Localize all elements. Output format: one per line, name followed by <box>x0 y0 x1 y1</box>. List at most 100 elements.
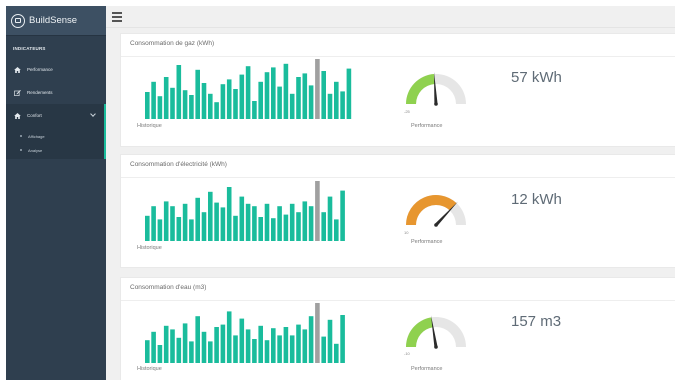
bar-chart-svg <box>145 59 352 119</box>
house-icon <box>14 66 21 73</box>
history-bar <box>233 215 238 241</box>
panel-title: Consommation d'électricité (kWh) <box>130 161 227 168</box>
history-bar-chart <box>145 303 355 363</box>
history-bar <box>239 196 245 241</box>
history-bar <box>189 95 194 119</box>
history-bar <box>182 203 188 241</box>
brand[interactable]: BuildSense <box>6 6 106 36</box>
history-bar <box>283 214 289 241</box>
history-bar <box>201 212 207 241</box>
history-bar <box>239 74 245 119</box>
history-bar <box>296 212 301 241</box>
history-bar <box>252 339 257 363</box>
history-bar-current <box>315 303 320 363</box>
history-bar <box>289 335 295 363</box>
history-bar <box>239 318 245 363</box>
history-bar <box>182 90 188 119</box>
gauge-fill <box>406 74 435 104</box>
history-bar <box>145 340 150 363</box>
history-bar-current <box>315 59 320 119</box>
history-bar <box>214 102 219 119</box>
history-bar <box>220 84 226 119</box>
history-bar <box>308 316 314 363</box>
history-bar <box>245 203 251 241</box>
history-bar <box>214 202 219 241</box>
history-bar <box>340 91 345 119</box>
history-bar <box>201 83 207 119</box>
gauge-svg <box>406 315 466 349</box>
current-value: 157 m3 <box>511 313 562 330</box>
sidebar-subitem-label: Analyse <box>28 147 43 153</box>
history-bar <box>151 331 156 363</box>
hamburger-menu-icon[interactable] <box>112 12 122 22</box>
chevron-down-icon <box>90 111 96 117</box>
performance-label: Performance <box>411 239 443 245</box>
divider <box>121 300 675 301</box>
history-bar <box>170 206 175 241</box>
history-bar <box>226 187 232 241</box>
gauge-fill <box>406 317 433 347</box>
history-bar <box>271 218 276 241</box>
history-bar <box>170 87 175 119</box>
history-bar <box>334 219 339 241</box>
panel-title: Consommation de gaz (kWh) <box>130 40 215 47</box>
history-bar <box>258 325 263 363</box>
history-label: Historique <box>137 366 162 372</box>
edit-icon <box>14 89 21 96</box>
sidebar-item-label: Performance <box>27 67 53 72</box>
performance-gauge <box>405 68 467 108</box>
history-bar <box>163 201 169 241</box>
performance-gauge <box>405 311 467 351</box>
gauge-hub <box>434 102 438 106</box>
panel-electricity: Consommation d'électricité (kWh) Histori… <box>120 154 675 268</box>
history-label: Historique <box>137 245 162 251</box>
history-label: Historique <box>137 123 162 129</box>
sidebar-item-performance[interactable]: Performance <box>6 58 106 81</box>
history-bar <box>289 203 295 241</box>
gauge-svg <box>406 195 466 227</box>
history-bar <box>208 341 213 363</box>
history-bar <box>151 81 156 119</box>
history-bar <box>327 319 333 363</box>
history-bar-chart <box>145 181 355 241</box>
gauge-hub <box>434 223 438 227</box>
divider <box>121 56 675 57</box>
history-bar <box>176 65 182 119</box>
bar-chart-svg <box>145 303 345 363</box>
sidebar-item-rendements[interactable]: Rendements <box>6 81 106 104</box>
history-bar <box>252 206 257 241</box>
history-bar <box>258 81 263 119</box>
history-bar <box>340 190 345 241</box>
history-bar <box>264 203 270 241</box>
history-bar <box>296 324 301 363</box>
history-bar <box>145 92 150 119</box>
sidebar-item-confort[interactable]: Confort <box>6 104 106 127</box>
history-bar <box>283 327 289 363</box>
top-bar <box>106 6 675 28</box>
gauge-svg <box>406 72 466 106</box>
history-bar <box>145 215 150 241</box>
sidebar: BuildSense INDICATEURS Performance Rende… <box>6 6 106 380</box>
gauge-fill <box>406 195 457 225</box>
current-value: 12 kWh <box>511 191 562 208</box>
history-bar <box>226 311 232 363</box>
history-bar <box>195 69 200 119</box>
history-bar <box>296 77 301 119</box>
performance-gauge <box>405 189 467 229</box>
history-bar <box>220 207 226 241</box>
history-bar <box>258 217 263 241</box>
divider <box>121 177 675 178</box>
current-value: 57 kWh <box>511 69 562 86</box>
history-bar <box>327 196 333 241</box>
performance-label: Performance <box>411 123 443 129</box>
sidebar-subitem-analyse[interactable]: Analyse <box>6 143 104 157</box>
history-bar <box>220 324 226 363</box>
sidebar-subitem-label: Affichage <box>28 133 45 139</box>
sidebar-item-label: Confort <box>27 113 42 118</box>
history-bar <box>245 329 251 363</box>
history-bar <box>163 77 169 119</box>
history-bar <box>327 93 333 119</box>
sidebar-subitem-affichage[interactable]: Affichage <box>6 129 104 143</box>
panel-water: Consommation d'eau (m3) Historique -10 P… <box>120 277 675 380</box>
history-bar <box>195 316 200 363</box>
